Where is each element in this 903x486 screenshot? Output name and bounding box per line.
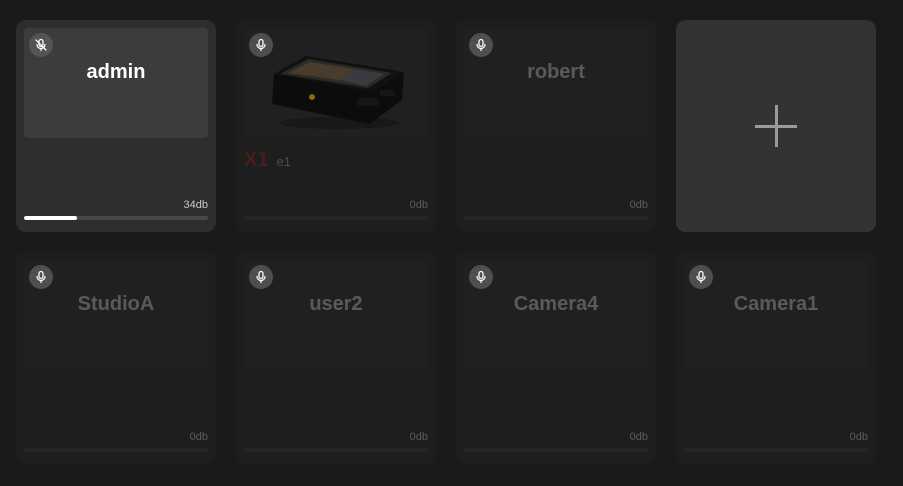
participant-tile-camera1[interactable]: Camera1 0db [676, 252, 876, 464]
mic-icon[interactable] [29, 265, 53, 289]
participant-tile-admin[interactable]: admin 34db [16, 20, 216, 232]
audio-level-meter [684, 448, 868, 452]
mic-muted-icon[interactable] [29, 33, 53, 57]
participant-tile-x1-e1[interactable]: X1 e1 0db [236, 20, 436, 232]
audio-level-meter [24, 216, 208, 220]
participant-tile-studioa[interactable]: StudioA 0db [16, 252, 216, 464]
mic-icon[interactable] [249, 33, 273, 57]
audio-level-meter [244, 448, 428, 452]
level-readout: 0db [629, 431, 648, 443]
level-readout: 34db [183, 199, 208, 211]
level-readout: 0db [189, 431, 208, 443]
level-readout: 0db [409, 199, 428, 211]
participant-name: Camera4 [513, 292, 599, 315]
level-readout: 0db [629, 199, 648, 211]
mic-icon[interactable] [249, 265, 273, 289]
audio-level-meter [24, 448, 208, 452]
participant-name: user2 [309, 292, 363, 315]
mic-icon[interactable] [689, 265, 713, 289]
device-model: X1 [244, 149, 269, 171]
participant-grid: admin 34db X1 e1 0db robert 0db StudioA … [0, 0, 903, 486]
audio-level-fill [24, 216, 78, 220]
participant-name: admin [86, 60, 146, 83]
participant-name: StudioA [77, 292, 155, 315]
audio-level-meter [464, 216, 648, 220]
participant-tile-robert[interactable]: robert 0db [456, 20, 656, 232]
participant-name: robert [527, 60, 585, 83]
participant-tile-camera4[interactable]: Camera4 0db [456, 252, 656, 464]
add-participant-button[interactable] [676, 20, 876, 232]
level-readout: 0db [849, 431, 868, 443]
device-name: e1 [276, 154, 291, 169]
level-readout: 0db [409, 431, 428, 443]
device-label: X1 e1 [244, 149, 291, 172]
audio-level-meter [464, 448, 648, 452]
mic-icon[interactable] [469, 33, 493, 57]
audio-level-meter [244, 216, 428, 220]
plus-icon [755, 105, 797, 147]
participant-name: Camera1 [733, 292, 819, 315]
mic-icon[interactable] [469, 265, 493, 289]
participant-tile-user2[interactable]: user2 0db [236, 252, 436, 464]
